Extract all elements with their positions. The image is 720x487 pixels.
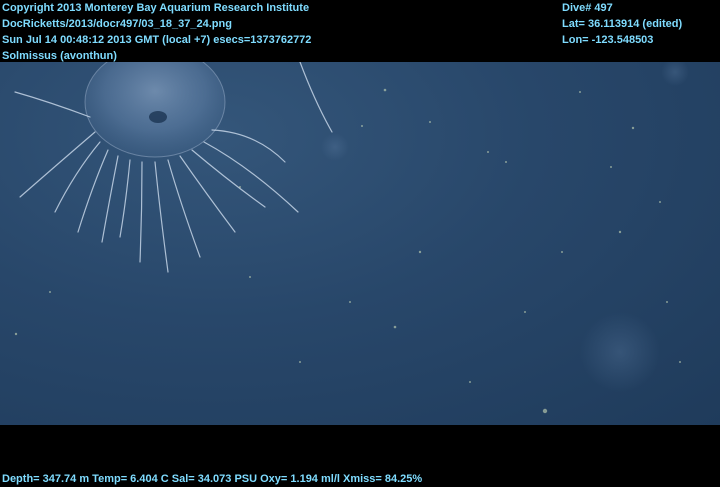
jellyfish — [14, 62, 333, 273]
underwater-scene — [0, 62, 720, 425]
video-frame: Copyright 2013 Monterey Bay Aquarium Res… — [0, 0, 720, 486]
latitude-text: Lat= 36.113914 (edited) — [562, 18, 683, 30]
particle-blob — [321, 133, 349, 161]
particle-blob — [661, 62, 689, 86]
copyright-text: Copyright 2013 Monterey Bay Aquarium Res… — [2, 2, 310, 14]
species-label: Solmissus (avonthun) — [2, 50, 117, 62]
dive-number: Dive# 497 — [562, 2, 613, 14]
overlay-top-right: Dive# 497 Lat= 36.113914 (edited) Lon= -… — [562, 0, 682, 48]
sensor-readout: Depth= 347.74 m Temp= 6.404 C Sal= 34.07… — [2, 473, 423, 485]
particle-blob — [580, 312, 660, 392]
image-path-text: DocRicketts/2013/docr497/03_18_37_24.png — [2, 18, 232, 30]
overlay-top-left: Copyright 2013 Monterey Bay Aquarium Res… — [2, 0, 311, 64]
timestamp-text: Sun Jul 14 00:48:12 2013 GMT (local +7) … — [2, 34, 312, 46]
longitude-text: Lon= -123.548503 — [562, 34, 654, 46]
scene-svg — [14, 62, 689, 414]
